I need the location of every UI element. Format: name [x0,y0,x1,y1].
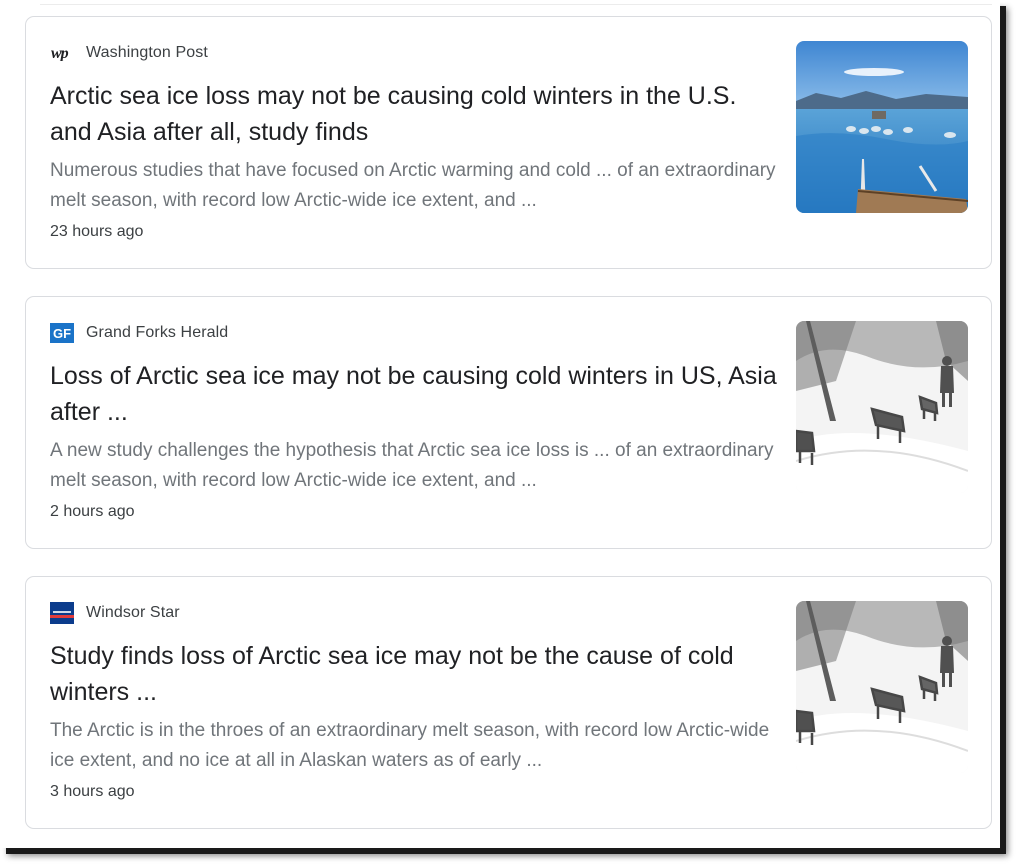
snowstorm-park-benches-thumbnail[interactable] [796,321,968,493]
news-source: wp Washington Post [50,43,208,63]
grand-forks-herald-logo-icon: GF [50,323,74,343]
divider [40,4,992,5]
sled-dogs-on-meltwater-thumbnail[interactable] [796,41,968,213]
svg-text:wp: wp [51,45,69,61]
headline-link[interactable]: Loss of Arctic sea ice may not be causin… [50,358,780,430]
svg-text:GF: GF [53,326,71,341]
news-card[interactable]: Windsor Star Study finds loss of Arctic … [25,576,992,829]
source-name: Windsor Star [86,604,180,621]
news-card[interactable]: wp Washington Post Arctic sea ice loss m… [25,16,992,269]
source-name: Washington Post [86,44,208,61]
headline-link[interactable]: Study finds loss of Arctic sea ice may n… [50,638,780,710]
news-card[interactable]: GF Grand Forks Herald Loss of Arctic sea… [25,296,992,549]
timestamp: 23 hours ago [50,223,144,240]
headline-link[interactable]: Arctic sea ice loss may not be causing c… [50,78,780,150]
article-snippet: The Arctic is in the throes of an extrao… [50,720,770,771]
windsor-star-logo-icon [50,602,74,624]
news-source: GF Grand Forks Herald [50,323,228,343]
timestamp: 2 hours ago [50,503,135,520]
article-snippet: Numerous studies that have focused on Ar… [50,160,776,211]
timestamp: 3 hours ago [50,783,135,800]
washington-post-logo-icon: wp [50,43,74,63]
snowstorm-park-benches-thumbnail[interactable] [796,601,968,773]
source-name: Grand Forks Herald [86,324,229,341]
news-source: Windsor Star [50,602,180,624]
article-snippet: A new study challenges the hypothesis th… [50,440,774,491]
